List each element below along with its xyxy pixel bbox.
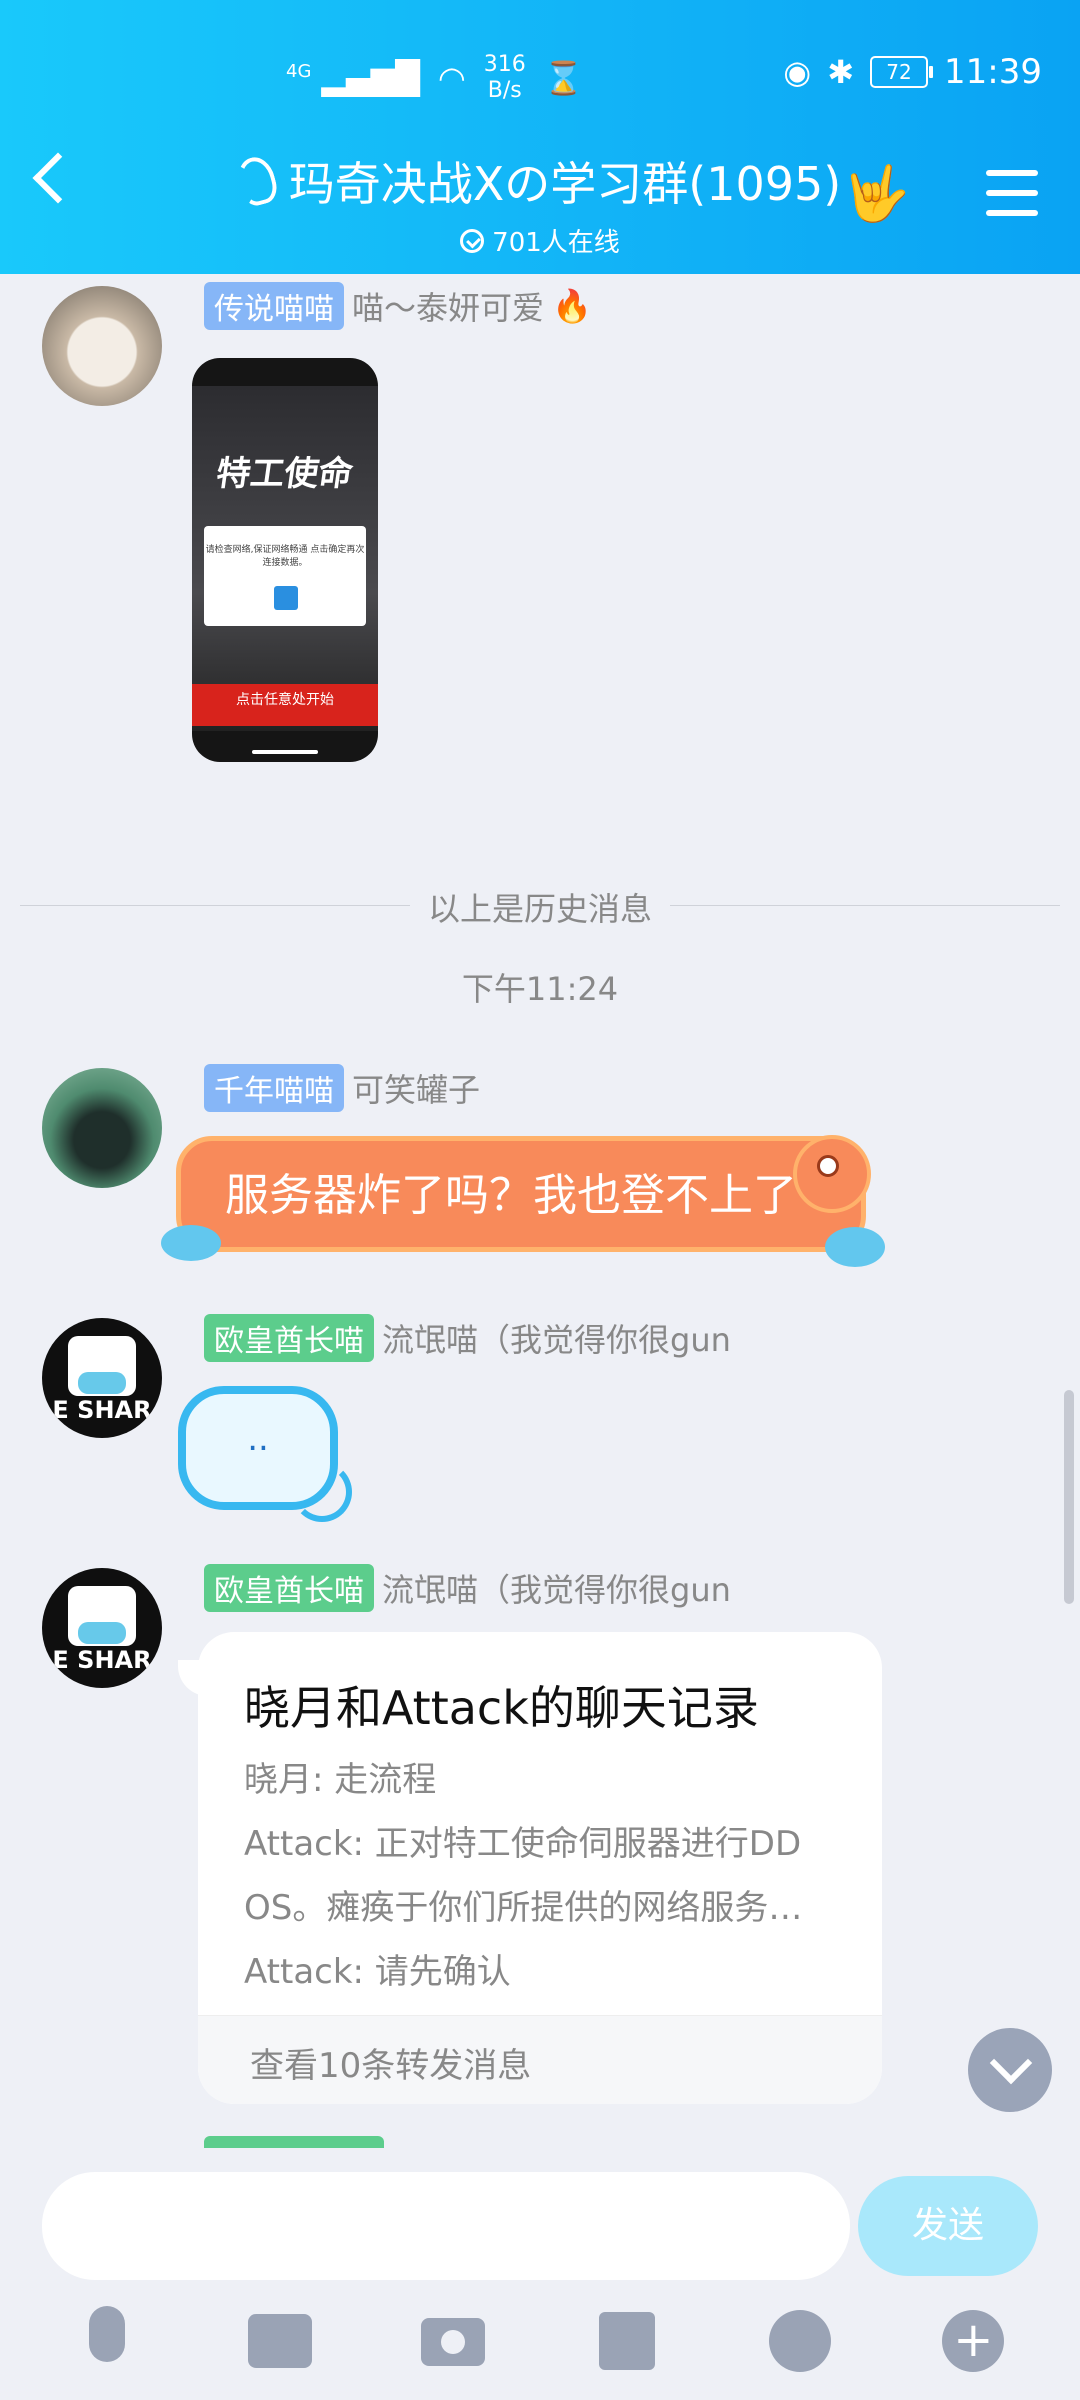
chat-header: 4G ▂▄▆█ ◠ 316 B/s ⌛ ◉ ✱ 72 11:39 玛奇决战Xの学… xyxy=(0,0,1080,274)
scrollbar-thumb[interactable] xyxy=(1064,1390,1074,1604)
signal-icon: ▂▄▆█ xyxy=(321,59,420,97)
voice-dots: .. xyxy=(247,1419,269,1459)
forward-title: 晓月和Attack的聊天记录 xyxy=(244,1681,759,1735)
member-badge: 欧皇酋长喵 xyxy=(204,1314,374,1362)
red-packet-icon[interactable] xyxy=(592,2306,662,2376)
toolbar: + xyxy=(0,2306,1080,2376)
network-type: 4G xyxy=(286,61,312,82)
avatar[interactable] xyxy=(42,286,162,406)
group-title: 玛奇决战Xの学习群(1095) xyxy=(288,157,842,211)
forward-line: Attack: 请先确认 xyxy=(244,1952,511,1992)
camera-icon[interactable] xyxy=(418,2306,488,2376)
sender-row: 千年喵喵 可笑罐子 xyxy=(204,1064,480,1112)
status-bar-right: ◉ ✱ 72 11:39 xyxy=(783,52,1042,92)
game-start-text: 点击任意处开始 xyxy=(192,684,378,726)
plus-icon[interactable]: + xyxy=(938,2306,1008,2376)
member-badge: 欧皇酋长喵 xyxy=(204,1564,374,1612)
fish-decoration-icon xyxy=(793,1135,871,1213)
fire-icon: 🔥 xyxy=(552,287,592,325)
sender-row: 欧皇酋长喵 流氓喵（我觉得你很gun xyxy=(204,1314,731,1362)
online-count: 701人在线 xyxy=(492,228,620,258)
input-bar: 发送 + xyxy=(0,2148,1080,2400)
send-button[interactable]: 发送 xyxy=(858,2176,1038,2276)
ear-icon xyxy=(233,153,281,209)
avatar[interactable]: E SHAR xyxy=(42,1568,162,1688)
sender-row: 欧皇酋长喵 流氓喵（我觉得你很gun xyxy=(204,1564,731,1612)
checkbox-icon xyxy=(274,586,298,610)
status-bar-left: 4G ▂▄▆█ ◠ 316 B/s ⌛ xyxy=(286,52,584,104)
group-title-area[interactable]: 玛奇决战Xの学习群(1095) 701人在线 xyxy=(0,148,1080,259)
net-speed: 316 B/s xyxy=(483,52,526,103)
home-indicator xyxy=(252,750,318,754)
image-message[interactable]: 特工使命 请检查网络,保证网络畅通 点击确定再次连接数据。 点击任意处开始 xyxy=(192,358,378,762)
message-input[interactable] xyxy=(42,2172,850,2280)
message-timestamp: 下午11:24 xyxy=(461,970,619,1008)
message-text: 服务器炸了吗？我也登不上了 xyxy=(225,1170,797,1221)
scroll-down-icon[interactable] xyxy=(968,2028,1052,2112)
sender-name[interactable]: 流氓喵（我觉得你很gun xyxy=(382,1315,731,1361)
online-check-icon xyxy=(460,228,485,253)
history-divider: 以上是历史消息 xyxy=(0,884,1080,930)
game-logo: 特工使命 xyxy=(213,454,356,494)
voice-wave-icon xyxy=(292,1462,352,1522)
forward-line: OS。瘫痪于你们所提供的网络服务… xyxy=(244,1888,803,1928)
avatar[interactable] xyxy=(42,1068,162,1188)
forward-line: Attack: 正对特工使命伺服器进行DD xyxy=(244,1824,802,1864)
wifi-icon: ◠ xyxy=(437,59,466,97)
forward-line: 晓月: 走流程 xyxy=(244,1760,437,1800)
game-dialog-text: 请检查网络,保证网络畅通 点击确定再次连接数据。 xyxy=(205,545,365,568)
voice-icon[interactable] xyxy=(72,2306,142,2376)
battery-icon: 72 xyxy=(870,56,934,88)
avatar[interactable]: E SHAR xyxy=(42,1318,162,1438)
forwarded-chat-card[interactable]: 晓月和Attack的聊天记录 晓月: 走流程 Attack: 正对特工使命伺服器… xyxy=(198,1632,882,2104)
game-screenshot: 特工使命 请检查网络,保证网络畅通 点击确定再次连接数据。 点击任意处开始 xyxy=(192,386,378,731)
emoji-icon[interactable] xyxy=(765,2306,835,2376)
hand-gesture-icon[interactable]: 🤟 xyxy=(843,162,910,226)
game-dialog: 请检查网络,保证网络畅通 点击确定再次连接数据。 xyxy=(204,526,366,626)
voice-message-bubble[interactable]: .. xyxy=(178,1386,352,1522)
wave-decoration-icon xyxy=(161,1225,221,1261)
sender-name[interactable]: 可笑罐子 xyxy=(352,1065,480,1111)
view-forwarded-link[interactable]: 查看10条转发消息 xyxy=(198,2015,882,2104)
sender-name[interactable]: 流氓喵（我觉得你很gun xyxy=(382,1565,731,1611)
sender-row: 传说喵喵 喵～泰妍可爱 🔥 xyxy=(204,282,592,330)
member-badge: 千年喵喵 xyxy=(204,1064,344,1112)
menu-icon[interactable] xyxy=(986,170,1038,230)
eye-icon: ◉ xyxy=(783,53,812,91)
sender-name[interactable]: 喵～泰妍可爱 xyxy=(352,283,544,329)
member-badge: 传说喵喵 xyxy=(204,282,344,330)
wave-decoration-icon xyxy=(825,1227,885,1267)
hourglass-icon: ⌛ xyxy=(543,59,584,97)
clock: 11:39 xyxy=(944,52,1042,92)
image-icon[interactable] xyxy=(245,2306,315,2376)
bluetooth-icon: ✱ xyxy=(827,53,855,91)
text-message-bubble[interactable]: 服务器炸了吗？我也登不上了 xyxy=(161,1135,885,1267)
